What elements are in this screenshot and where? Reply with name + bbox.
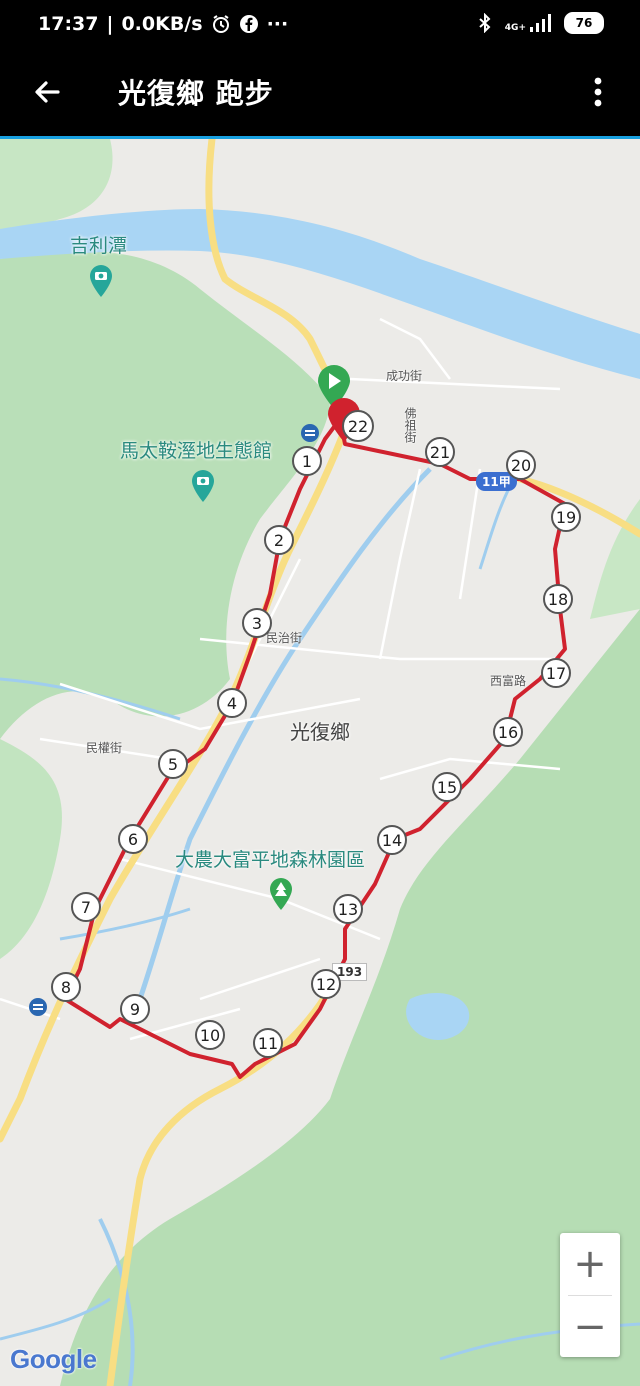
road-label-minzhi: 民治街 xyxy=(266,631,303,645)
km-marker-12[interactable]: 12 xyxy=(311,969,341,999)
signal-icon xyxy=(530,14,551,32)
km-marker-16[interactable]: 16 xyxy=(493,717,523,747)
km-marker-5[interactable]: 5 xyxy=(158,749,188,779)
town-label: 光復鄉 xyxy=(290,720,350,744)
status-separator: | xyxy=(106,13,114,35)
status-net-speed: 0.0KB/s xyxy=(121,13,203,35)
page-title: 光復鄉 跑步 xyxy=(118,77,274,110)
map-view[interactable]: 吉利潭 馬太鞍溼地生態館 光復鄉 大農大富平地森林園區 成功街 佛祖街 民治街 … xyxy=(0,139,640,1386)
train-station-icon xyxy=(301,424,319,442)
km-marker-10[interactable]: 10 xyxy=(195,1020,225,1050)
status-left: 17:37 | 0.0KB/s ··· xyxy=(38,13,288,35)
road-label-xifu: 西富路 xyxy=(490,674,527,688)
more-options-button[interactable] xyxy=(578,72,618,112)
zoom-control: + − xyxy=(560,1233,620,1357)
poi-label-wetland: 馬太鞍溼地生態館 xyxy=(120,440,273,462)
more-vert-icon xyxy=(594,77,602,107)
status-bar: 17:37 | 0.0KB/s ··· 4G+ 76 xyxy=(0,0,640,48)
camera-poi-icon xyxy=(90,265,112,297)
map-canvas[interactable] xyxy=(0,139,640,1386)
alarm-icon xyxy=(212,15,229,33)
train-station-icon xyxy=(29,998,47,1016)
bluetooth-icon xyxy=(479,13,491,33)
battery-icon: 76 xyxy=(564,12,604,34)
google-logo-text: Google xyxy=(10,1344,97,1374)
km-marker-6[interactable]: 6 xyxy=(118,824,148,854)
poi-label-jililan: 吉利潭 xyxy=(70,235,128,257)
km-marker-4[interactable]: 4 xyxy=(217,688,247,718)
status-right: 4G+ 76 xyxy=(475,12,604,34)
camera-poi-icon xyxy=(192,470,214,502)
status-more: ··· xyxy=(266,13,289,35)
km-marker-13[interactable]: 13 xyxy=(333,894,363,924)
km-marker-20[interactable]: 20 xyxy=(506,450,536,480)
km-marker-7[interactable]: 7 xyxy=(71,892,101,922)
road-label-minyao: 民權街 xyxy=(86,741,123,755)
finish-marker-label[interactable]: 22 xyxy=(342,410,374,442)
google-logo: Google xyxy=(10,1344,97,1375)
km-marker-19[interactable]: 19 xyxy=(551,502,581,532)
km-marker-2[interactable]: 2 xyxy=(264,525,294,555)
back-button[interactable] xyxy=(28,72,68,112)
poi-label-forest-park: 大農大富平地森林園區 xyxy=(175,849,366,871)
km-marker-1[interactable]: 1 xyxy=(292,446,322,476)
network-type: 4G+ xyxy=(504,23,526,33)
road-label-foshu: 佛祖街 xyxy=(403,407,417,443)
status-time: 17:37 xyxy=(38,13,99,35)
km-marker-9[interactable]: 9 xyxy=(120,994,150,1024)
km-marker-21[interactable]: 21 xyxy=(425,437,455,467)
app-bar: 光復鄉 跑步 xyxy=(0,48,640,139)
arrow-left-icon xyxy=(35,81,60,103)
km-marker-14[interactable]: 14 xyxy=(377,825,407,855)
zoom-in-button[interactable]: + xyxy=(560,1233,620,1295)
facebook-icon xyxy=(239,15,258,33)
road-label-chenggong: 成功街 xyxy=(386,369,423,383)
network-indicator: 4G+ xyxy=(505,13,554,33)
zoom-out-button[interactable]: − xyxy=(560,1296,620,1358)
km-marker-18[interactable]: 18 xyxy=(543,584,573,614)
tree-poi-icon xyxy=(270,878,292,910)
km-marker-8[interactable]: 8 xyxy=(51,972,81,1002)
km-marker-11[interactable]: 11 xyxy=(253,1028,283,1058)
km-marker-17[interactable]: 17 xyxy=(541,658,571,688)
km-marker-3[interactable]: 3 xyxy=(242,608,272,638)
km-marker-15[interactable]: 15 xyxy=(432,772,462,802)
